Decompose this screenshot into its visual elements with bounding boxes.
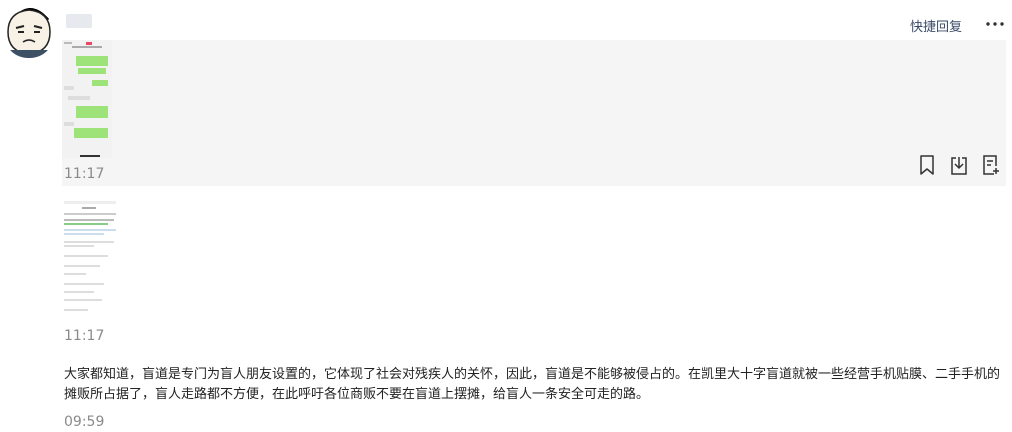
add-note-icon[interactable] xyxy=(982,154,1000,176)
message-actions xyxy=(918,154,1000,176)
more-horizontal-icon[interactable] xyxy=(984,15,1006,33)
message-text: 大家都知道，盲道是专门为盲人朋友设置的，它体现了社会对残疾人的关怀，因此，盲道是… xyxy=(64,367,1001,402)
avatar[interactable] xyxy=(4,2,54,58)
bookmark-icon[interactable] xyxy=(918,154,936,176)
sender-name xyxy=(66,14,92,28)
quick-reply-button[interactable]: 快捷回复 xyxy=(910,16,962,35)
message-image-1: 11:17 xyxy=(62,40,1006,186)
image-thumbnail-chat-screenshot[interactable] xyxy=(62,40,112,158)
image-thumbnail-list-screenshot[interactable] xyxy=(62,199,118,318)
message-time: 11:17 xyxy=(64,328,105,344)
message-time: 11:17 xyxy=(64,166,105,182)
download-icon[interactable] xyxy=(950,154,968,176)
message-time: 09:59 xyxy=(64,414,105,430)
